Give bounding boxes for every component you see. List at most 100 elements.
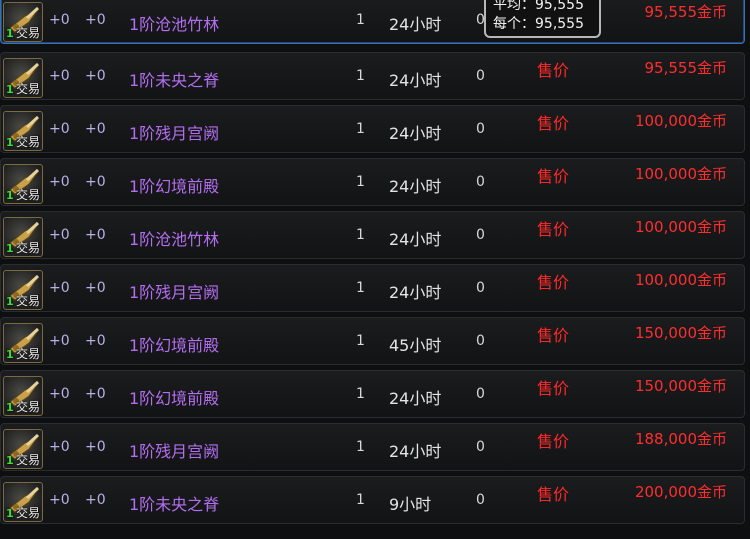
trade-ticket-icon[interactable]: 1 交易 — [3, 164, 43, 204]
trade-label: 交易 — [16, 135, 41, 149]
price-tooltip: 平均：95,555 每个：95,555 — [484, 0, 601, 38]
item-name: 1阶沧池竹林 — [129, 15, 220, 34]
listing-row[interactable]: 1 交易 +0 +0 1阶幻境前殿 1 24小时 0 售价 100,000金币 — [0, 158, 745, 206]
item-quantity: 1 — [6, 83, 14, 96]
item-price: 100,000金币 — [634, 271, 727, 289]
refine-level: +0 — [85, 333, 106, 349]
item-name: 1阶幻境前殿 — [129, 336, 220, 355]
refine-level: +0 — [85, 227, 106, 243]
bid-count: 0 — [476, 439, 485, 455]
price-label: 售价 — [537, 220, 570, 239]
refine-level: +0 — [85, 174, 106, 190]
trade-ticket-icon[interactable]: 1 交易 — [3, 217, 43, 257]
price-label: 售价 — [537, 432, 570, 451]
item-count: 1 — [356, 121, 365, 137]
remaining-time: 24小时 — [389, 71, 442, 90]
trade-label: 交易 — [16, 26, 41, 40]
trade-ticket-icon[interactable]: 1 交易 — [3, 111, 43, 151]
price-label: 售价 — [537, 379, 570, 398]
item-count: 1 — [356, 227, 365, 243]
enhance-level: +0 — [49, 227, 70, 243]
bid-count: 0 — [476, 492, 485, 508]
item-quantity: 1 — [6, 242, 14, 255]
trade-ticket-icon[interactable]: 1 交易 — [3, 58, 43, 98]
trade-ticket-icon[interactable]: 1 交易 — [3, 429, 43, 469]
trade-label: 交易 — [16, 241, 41, 255]
item-price: 100,000金币 — [634, 165, 727, 183]
enhance-level: +0 — [49, 174, 70, 190]
refine-level: +0 — [85, 280, 106, 296]
trade-ticket-icon[interactable]: 1 交易 — [3, 482, 43, 522]
bid-count: 0 — [476, 227, 485, 243]
item-quantity: 1 — [6, 136, 14, 149]
price-label: 售价 — [537, 273, 570, 292]
listing-row[interactable]: 1 交易 +0 +0 1阶幻境前殿 1 24小时 0 售价 150,000金币 — [0, 370, 745, 418]
remaining-time: 9小时 — [389, 495, 432, 514]
item-price: 150,000金币 — [634, 377, 727, 395]
price-label: 售价 — [537, 167, 570, 186]
bid-count: 0 — [476, 386, 485, 402]
listing-row[interactable]: 1 交易 +0 +0 1阶未央之脊 1 9小时 0 售价 200,000金币 — [0, 476, 745, 524]
listing-row[interactable]: 1 交易 +0 +0 1阶沧池竹林 1 24小时 0 售价 100,000金币 — [0, 211, 745, 259]
tooltip-average: 平均：95,555 — [493, 0, 584, 13]
item-count: 1 — [356, 492, 365, 508]
listing-row[interactable]: 1 交易 +0 +0 1阶残月宫阙 1 24小时 0 售价 188,000金币 — [0, 423, 745, 471]
item-price: 95,555金币 — [644, 3, 728, 21]
refine-level: +0 — [85, 12, 106, 28]
bid-count: 0 — [476, 333, 485, 349]
item-quantity: 1 — [6, 348, 14, 361]
item-name: 1阶未央之脊 — [129, 71, 220, 90]
trade-label: 交易 — [16, 400, 41, 414]
enhance-level: +0 — [49, 68, 70, 84]
trade-label: 交易 — [16, 453, 41, 467]
remaining-time: 24小时 — [389, 283, 442, 302]
item-count: 1 — [356, 386, 365, 402]
bid-count: 0 — [476, 68, 485, 84]
item-count: 1 — [356, 174, 365, 190]
item-quantity: 1 — [6, 401, 14, 414]
listing-row[interactable]: 1 交易 +0 +0 1阶残月宫阙 1 24小时 0 售价 100,000金币 — [0, 264, 745, 312]
trade-ticket-icon[interactable]: 1 交易 — [3, 270, 43, 310]
bid-count: 0 — [476, 174, 485, 190]
item-quantity: 1 — [6, 189, 14, 202]
refine-level: +0 — [85, 68, 106, 84]
item-name: 1阶沧池竹林 — [129, 230, 220, 249]
remaining-time: 24小时 — [389, 15, 442, 34]
item-count: 1 — [356, 12, 365, 28]
trade-ticket-icon[interactable]: 1 交易 — [3, 2, 43, 42]
item-name: 1阶幻境前殿 — [129, 177, 220, 196]
enhance-level: +0 — [49, 12, 70, 28]
refine-level: +0 — [85, 439, 106, 455]
listing-row[interactable]: 1 交易 +0 +0 1阶沧池竹林 1 24小时 0 95,555金币 — [0, 0, 745, 44]
remaining-time: 24小时 — [389, 389, 442, 408]
listing-row[interactable]: 1 交易 +0 +0 1阶幻境前殿 1 45小时 0 售价 150,000金币 — [0, 317, 745, 365]
item-price: 100,000金币 — [634, 218, 727, 236]
listing-row[interactable]: 1 交易 +0 +0 1阶未央之脊 1 24小时 0 售价 95,555金币 — [0, 52, 745, 100]
price-label: 售价 — [537, 114, 570, 133]
item-name: 1阶幻境前殿 — [129, 389, 220, 408]
enhance-level: +0 — [49, 439, 70, 455]
remaining-time: 24小时 — [389, 124, 442, 143]
item-price: 200,000金币 — [634, 483, 727, 501]
trade-ticket-icon[interactable]: 1 交易 — [3, 376, 43, 416]
remaining-time: 24小时 — [389, 442, 442, 461]
refine-level: +0 — [85, 386, 106, 402]
trade-label: 交易 — [16, 347, 41, 361]
enhance-level: +0 — [49, 121, 70, 137]
item-price: 95,555金币 — [644, 59, 728, 77]
trade-ticket-icon[interactable]: 1 交易 — [3, 323, 43, 363]
tooltip-each: 每个：95,555 — [493, 16, 584, 32]
item-name: 1阶残月宫阙 — [129, 442, 220, 461]
remaining-time: 24小时 — [389, 177, 442, 196]
item-count: 1 — [356, 333, 365, 349]
enhance-level: +0 — [49, 333, 70, 349]
item-price: 100,000金币 — [634, 112, 727, 130]
item-name: 1阶残月宫阙 — [129, 124, 220, 143]
item-count: 1 — [356, 439, 365, 455]
item-count: 1 — [356, 68, 365, 84]
remaining-time: 24小时 — [389, 230, 442, 249]
price-label: 售价 — [537, 485, 570, 504]
listing-row[interactable]: 1 交易 +0 +0 1阶残月宫阙 1 24小时 0 售价 100,000金币 — [0, 105, 745, 153]
price-label: 售价 — [537, 61, 570, 80]
trade-label: 交易 — [16, 506, 41, 520]
